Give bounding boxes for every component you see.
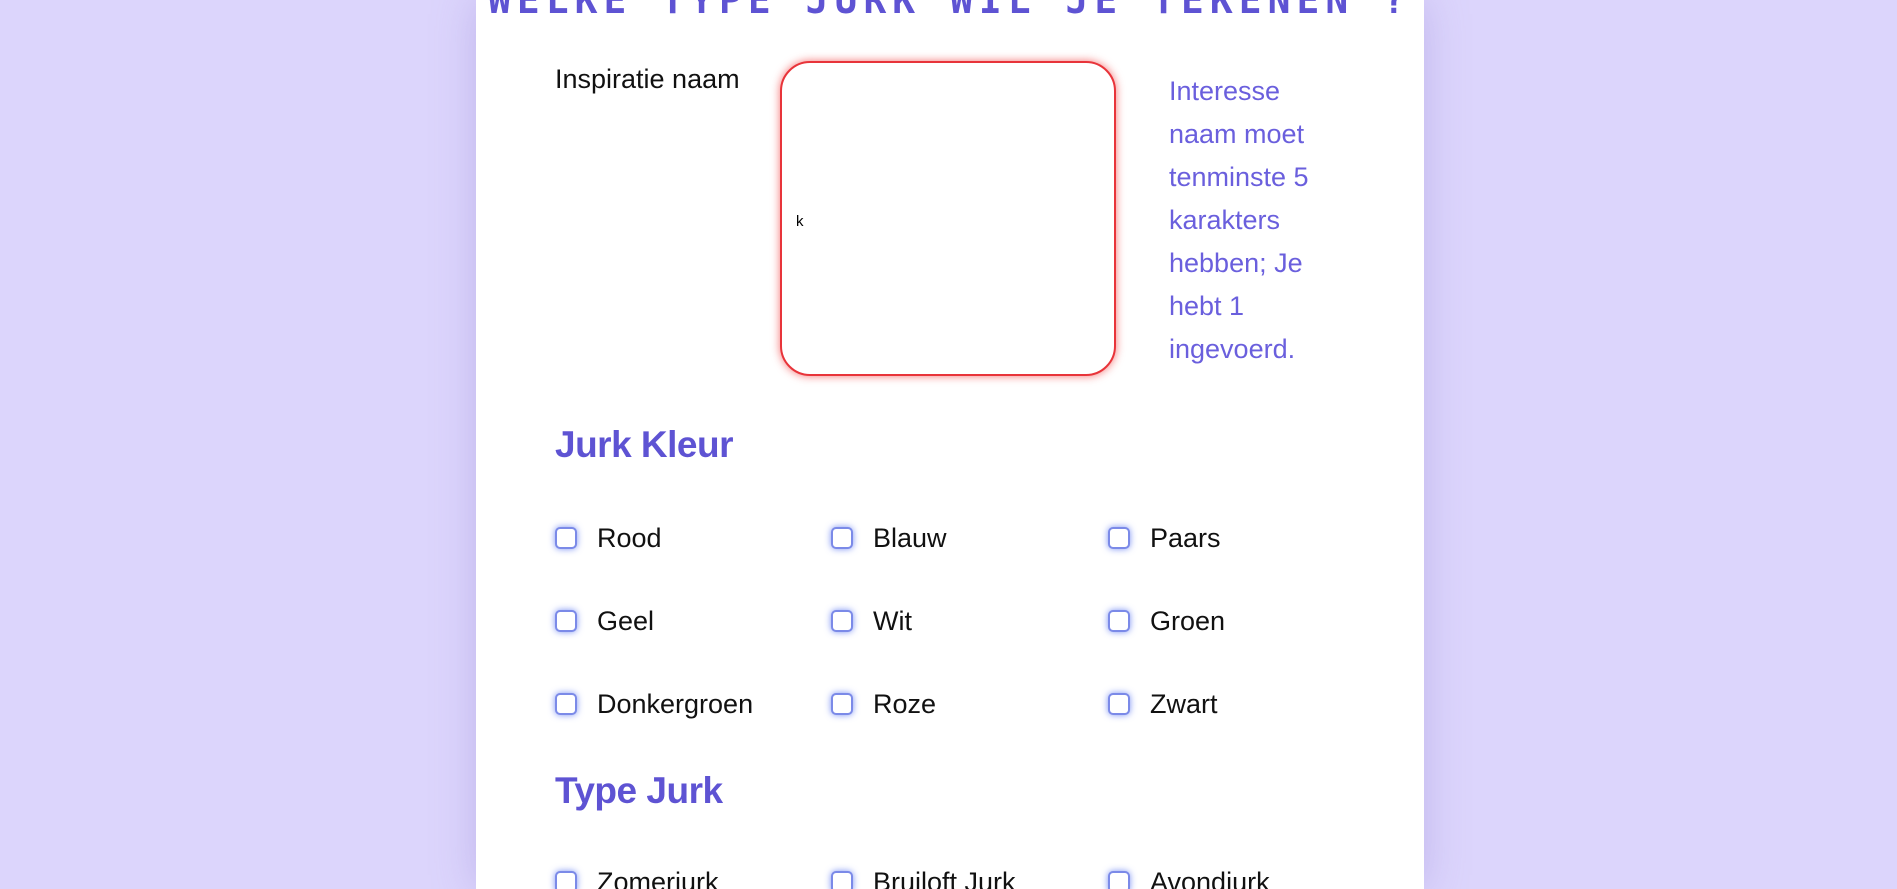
inspiration-name-textarea[interactable]: k: [780, 61, 1116, 376]
color-option-label: Wit: [873, 605, 912, 636]
dress-color-heading: Jurk Kleur: [555, 424, 734, 465]
color-option-groen[interactable]: Groen: [1108, 601, 1225, 641]
color-checkbox-zwart[interactable]: [1108, 693, 1130, 715]
color-checkbox-rood[interactable]: [555, 527, 577, 549]
type-checkbox-avondjurk[interactable]: [1108, 871, 1130, 889]
color-option-label: Roze: [873, 688, 937, 719]
type-option-bruiloft-jurk[interactable]: Bruiloft Jurk: [831, 862, 1016, 889]
color-option-label: Zwart: [1150, 688, 1218, 719]
type-option-label: Zomerjurk: [597, 866, 719, 889]
color-checkbox-geel[interactable]: [555, 610, 577, 632]
type-checkbox-zomerjurk[interactable]: [555, 871, 577, 889]
page-title: WELKE TYPE JURK WIL JE TEKENEN ?: [487, 0, 1413, 22]
type-option-avondjurk[interactable]: Avondjurk: [1108, 862, 1270, 889]
inspiration-name-error: Interesse naam moet tenminste 5 karakter…: [1169, 76, 1309, 364]
color-option-label: Rood: [597, 522, 662, 553]
color-checkbox-groen[interactable]: [1108, 610, 1130, 632]
dress-type-heading: Type Jurk: [555, 770, 723, 811]
color-option-label: Blauw: [873, 522, 947, 553]
type-checkbox-bruiloft-jurk[interactable]: [831, 871, 853, 889]
color-option-paars[interactable]: Paars: [1108, 518, 1221, 558]
color-option-geel[interactable]: Geel: [555, 601, 654, 641]
color-option-zwart[interactable]: Zwart: [1108, 684, 1218, 724]
form-card: WELKE TYPE JURK WIL JE TEKENEN ? Inspira…: [476, 0, 1424, 889]
color-checkbox-donkergroen[interactable]: [555, 693, 577, 715]
inspiration-name-label: Inspiratie naam: [555, 64, 740, 94]
type-option-label: Avondjurk: [1150, 866, 1270, 889]
color-option-label: Paars: [1150, 522, 1221, 553]
color-option-donkergroen[interactable]: Donkergroen: [555, 684, 753, 724]
color-checkbox-wit[interactable]: [831, 610, 853, 632]
color-option-label: Groen: [1150, 605, 1226, 636]
color-option-blauw[interactable]: Blauw: [831, 518, 947, 558]
color-option-label: Geel: [597, 605, 655, 636]
color-checkbox-blauw[interactable]: [831, 527, 853, 549]
type-option-label: Bruiloft Jurk: [873, 866, 1016, 889]
color-checkbox-roze[interactable]: [831, 693, 853, 715]
color-option-label: Donkergroen: [597, 688, 754, 719]
type-option-zomerjurk[interactable]: Zomerjurk: [555, 862, 719, 889]
color-option-roze[interactable]: Roze: [831, 684, 936, 724]
color-option-rood[interactable]: Rood: [555, 518, 662, 558]
color-checkbox-paars[interactable]: [1108, 527, 1130, 549]
color-option-wit[interactable]: Wit: [831, 601, 912, 641]
